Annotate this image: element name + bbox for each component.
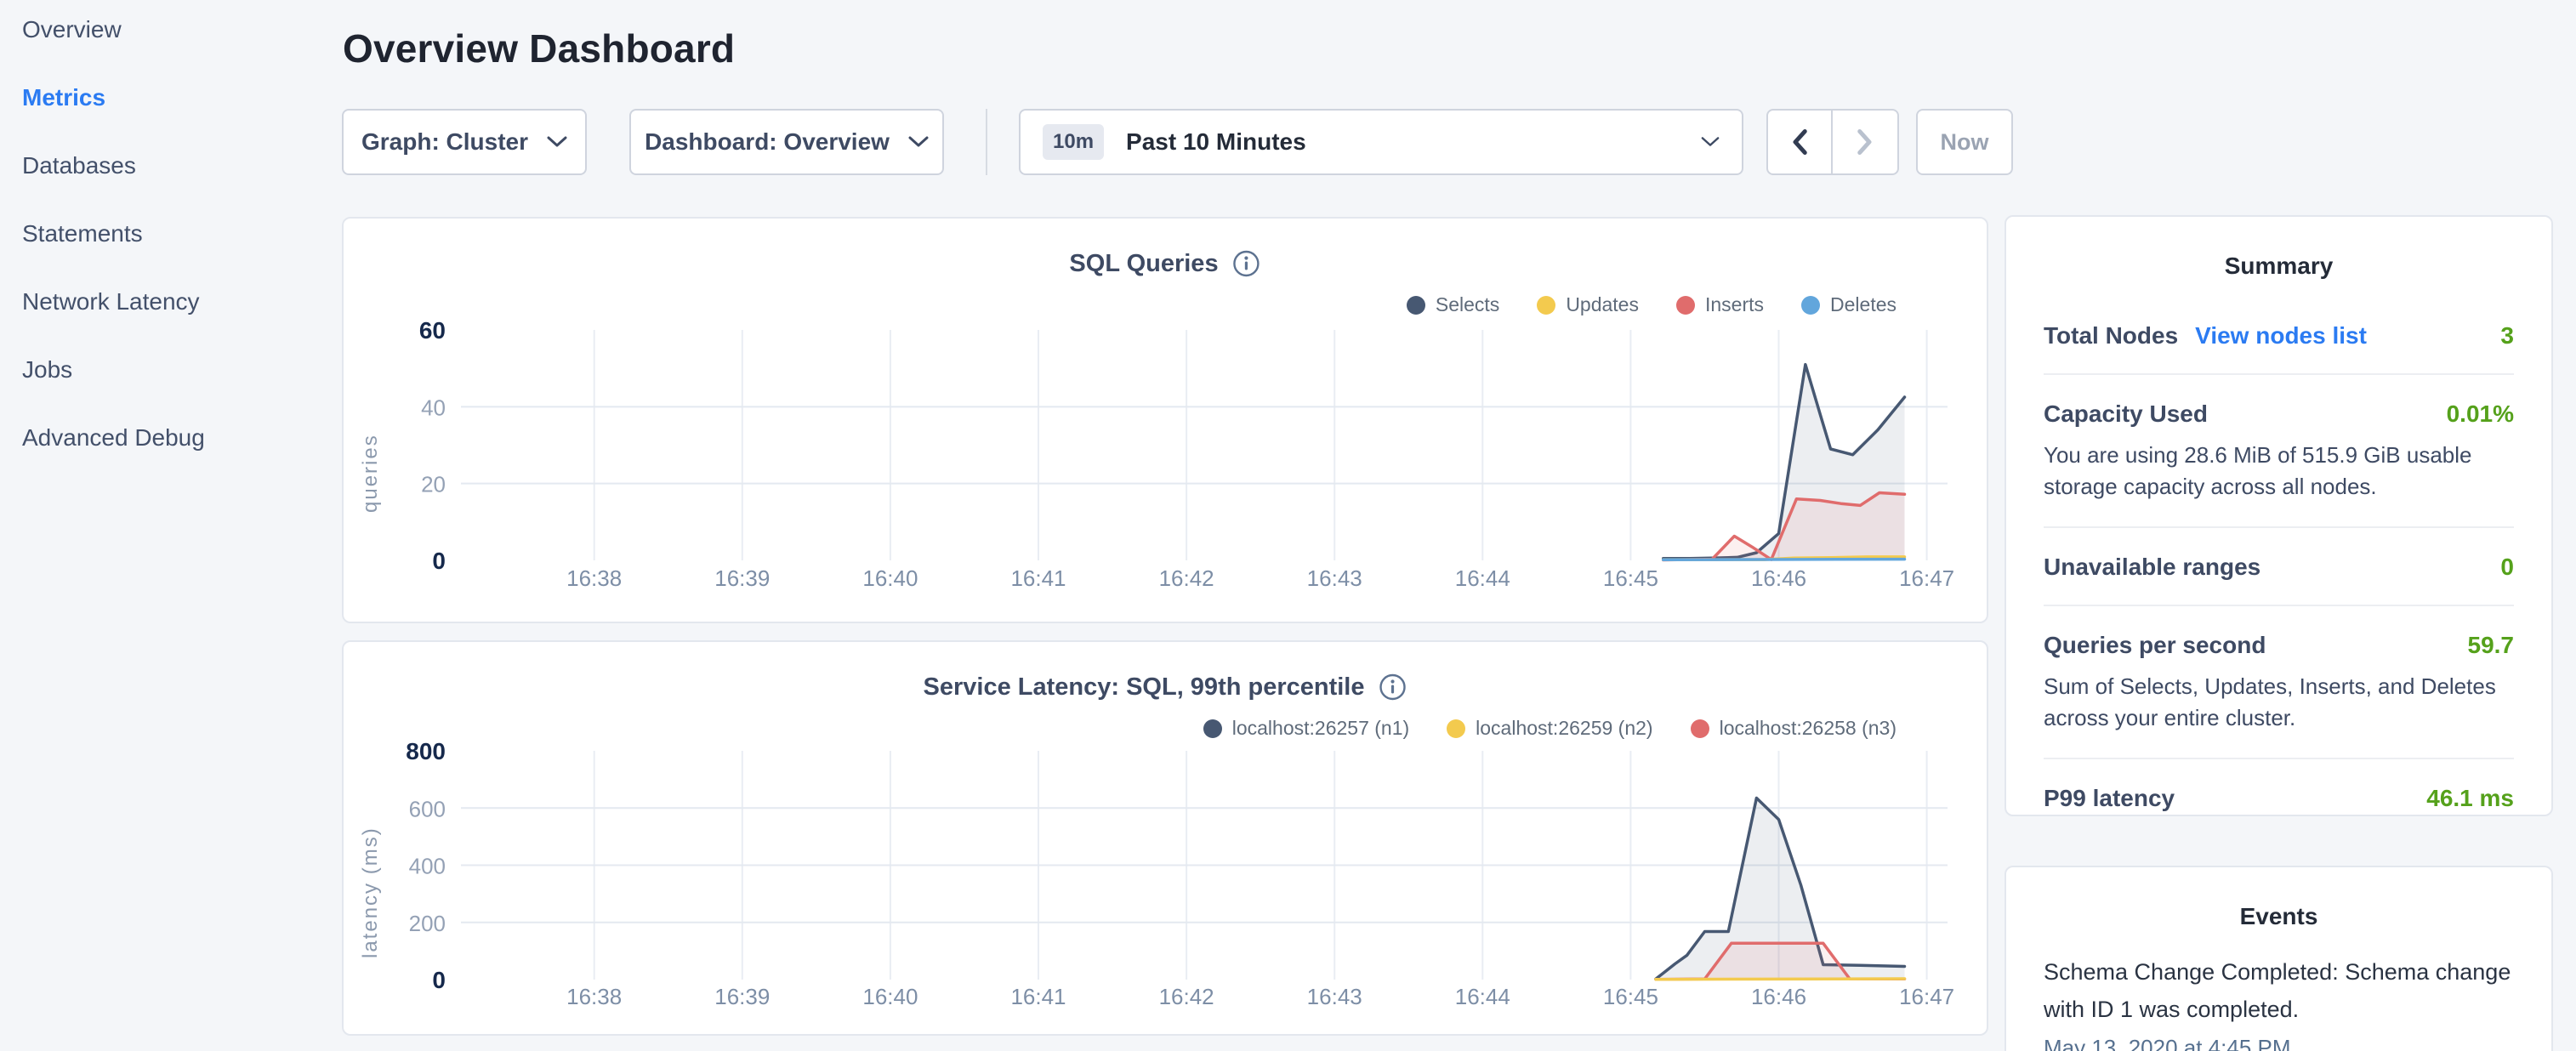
y-axis-tick: 600 [409, 796, 446, 821]
x-axis-tick: 16:39 [714, 984, 770, 1009]
summary-row-value: 0 [2500, 554, 2514, 581]
summary-row-label: Queries per second [2044, 632, 2266, 659]
summary-row-label: Unavailable ranges [2044, 554, 2260, 581]
event-item[interactable]: Schema Change Completed: Schema change w… [2044, 954, 2514, 1051]
now-button[interactable]: Now [1916, 109, 2013, 175]
sidebar-item-statements[interactable]: Statements [22, 200, 340, 268]
time-range-dropdown[interactable]: 10m Past 10 Minutes [1019, 109, 1743, 175]
y-axis-tick: 200 [409, 911, 446, 936]
dashboard-dropdown-label: Dashboard: Overview [645, 128, 890, 156]
x-axis-tick: 16:39 [714, 565, 770, 591]
summary-row-label: P99 latency [2044, 785, 2175, 812]
summary-panel: Summary Total Nodes View nodes list 3 Ca… [2005, 215, 2553, 816]
chevron-down-icon [547, 136, 567, 148]
summary-title: Summary [2006, 217, 2551, 280]
sidebar-item-advanced-debug[interactable]: Advanced Debug [22, 404, 340, 472]
prev-time-button[interactable] [1768, 111, 1833, 173]
graph-dropdown[interactable]: Graph: Cluster [342, 109, 587, 175]
x-axis-tick: 16:40 [862, 984, 918, 1009]
graph-dropdown-label: Graph: Cluster [361, 128, 528, 156]
sidebar-item-jobs[interactable]: Jobs [22, 336, 340, 404]
summary-row-value: 3 [2500, 322, 2514, 349]
chevron-left-icon [1791, 129, 1808, 155]
sidebar: Overview Metrics Databases Statements Ne… [0, 0, 340, 1051]
y-axis-tick: 400 [409, 854, 446, 879]
x-axis-tick: 16:46 [1751, 565, 1806, 591]
y-axis-tick: 800 [406, 738, 446, 764]
summary-row-total-nodes: Total Nodes View nodes list 3 [2044, 297, 2514, 373]
sidebar-nav-list: Overview Metrics Databases Statements Ne… [22, 0, 340, 472]
summary-row-label: Capacity Used [2044, 401, 2208, 428]
next-time-button[interactable] [1833, 111, 1897, 173]
x-axis-tick: 16:47 [1899, 565, 1954, 591]
view-nodes-list-link[interactable]: View nodes list [2195, 322, 2367, 349]
x-axis-tick: 16:47 [1899, 984, 1954, 1009]
sidebar-item-metrics[interactable]: Metrics [22, 64, 340, 132]
summary-row-label: Total Nodes [2044, 322, 2178, 349]
time-range-label: Past 10 Minutes [1126, 128, 1306, 156]
x-axis-tick: 16:38 [566, 984, 622, 1009]
x-axis-tick: 16:43 [1307, 984, 1362, 1009]
chevron-down-icon [1701, 136, 1720, 148]
event-timestamp: May 13, 2020 at 4:45 PM [2044, 1035, 2514, 1051]
summary-row-value: 46.1 ms [2426, 785, 2514, 812]
event-text: Schema Change Completed: Schema change w… [2044, 954, 2514, 1028]
x-axis-tick: 16:46 [1751, 984, 1806, 1009]
x-axis-tick: 16:42 [1159, 984, 1214, 1009]
chevron-down-icon [908, 136, 929, 148]
y-axis-tick: 0 [432, 548, 446, 574]
x-axis-tick: 16:38 [566, 565, 622, 591]
summary-row-p99-latency: P99 latency 46.1 ms [2044, 758, 2514, 836]
x-axis-tick: 16:43 [1307, 565, 1362, 591]
dashboard-dropdown[interactable]: Dashboard: Overview [629, 109, 944, 175]
sidebar-item-overview[interactable]: Overview [22, 0, 340, 64]
summary-row-value: 59.7 [2468, 632, 2515, 659]
service-latency-chart-canvas: 0 200 400 600 800 16:38 16:39 16:40 16:41 16:42 16… [344, 642, 1987, 1034]
y-axis-tick: 20 [421, 472, 446, 497]
time-step-buttons [1766, 109, 1899, 175]
sql-queries-chart-canvas: 0 20 40 60 16:38 16:39 16:40 16:41 16:42 16:43 16:… [344, 219, 1987, 622]
x-axis-tick: 16:45 [1603, 565, 1658, 591]
x-axis-tick: 16:44 [1455, 565, 1510, 591]
y-axis-tick: 60 [419, 317, 446, 344]
x-axis-tick: 16:45 [1603, 984, 1658, 1009]
x-axis-tick: 16:44 [1455, 984, 1510, 1009]
sidebar-item-databases[interactable]: Databases [22, 132, 340, 200]
toolbar-divider [986, 109, 987, 175]
summary-row-value: 0.01% [2447, 401, 2514, 428]
x-axis-tick: 16:42 [1159, 565, 1214, 591]
page-title: Overview Dashboard [343, 26, 735, 71]
events-panel: Events Schema Change Completed: Schema c… [2005, 866, 2553, 1051]
y-axis-tick: 0 [432, 967, 446, 993]
overview-dashboard-page: { "sidebar": { "items": [ { "label": "Ov… [0, 0, 2576, 1051]
sidebar-item-network-latency[interactable]: Network Latency [22, 268, 340, 336]
summary-row-capacity-used: Capacity Used 0.01% You are using 28.6 M… [2044, 373, 2514, 526]
sql-queries-panel: SQL Queries SelectsUpdatesInsertsDeletes… [342, 217, 1988, 623]
summary-row-queries-per-second: Queries per second 59.7 Sum of Selects, … [2044, 605, 2514, 758]
series-line [1656, 979, 1905, 980]
summary-row-unavailable-ranges: Unavailable ranges 0 [2044, 526, 2514, 605]
time-range-badge: 10m [1043, 124, 1104, 160]
chevron-right-icon [1857, 129, 1874, 155]
summary-body: Total Nodes View nodes list 3 Capacity U… [2006, 280, 2551, 836]
x-axis-tick: 16:40 [862, 565, 918, 591]
x-axis-tick: 16:41 [1010, 984, 1066, 1009]
x-axis-tick: 16:41 [1010, 565, 1066, 591]
service-latency-panel: Service Latency: SQL, 99th percentile lo… [342, 640, 1988, 1036]
events-list: Schema Change Completed: Schema change w… [2006, 930, 2551, 1051]
summary-row-description: Sum of Selects, Updates, Inserts, and De… [2044, 671, 2503, 734]
events-title: Events [2006, 867, 2551, 930]
y-axis-tick: 40 [421, 395, 446, 420]
summary-row-description: You are using 28.6 MiB of 515.9 GiB usab… [2044, 440, 2503, 503]
